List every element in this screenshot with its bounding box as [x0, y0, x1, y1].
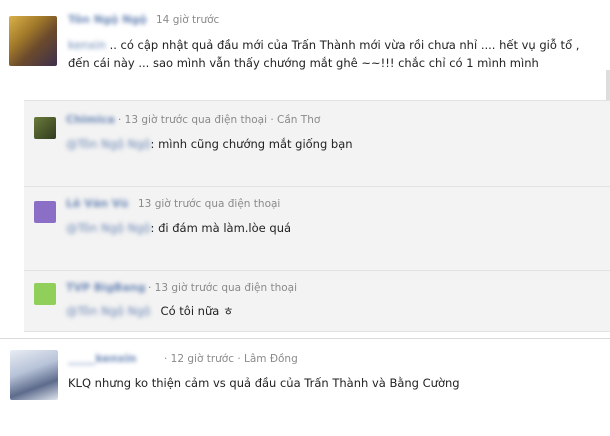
reply-body: : mình cũng chướng mắt giống bạn: [150, 137, 353, 151]
mention-link[interactable]: @Tôn Ngộ Ngộ: [66, 137, 151, 151]
reply-text: @Tôn Ngộ Ngộ: mình cũng chướng mắt giống…: [66, 135, 353, 153]
author-name[interactable]: Tôn Ngộ Ngộ: [68, 13, 147, 26]
comment-post: _____kenxin · 12 giờ trước · Lâm Đồng KL…: [0, 340, 610, 436]
mention-link[interactable]: @Tôn Ngộ Ngộ: [66, 221, 151, 235]
author-name[interactable]: Chimica: [66, 113, 115, 126]
avatar[interactable]: [34, 201, 56, 223]
reply-body: Có tôi nữa ㅎ: [160, 304, 234, 318]
comment-post: Tôn Ngộ Ngộ 14 giờ trước kenxin .. có cậ…: [0, 0, 610, 100]
reply-body: : đi đám mà làm.lòe quá: [150, 221, 292, 235]
timestamp[interactable]: · 13 giờ trước qua điện thoại: [148, 282, 297, 294]
avatar[interactable]: [34, 283, 56, 305]
timestamp[interactable]: · 12 giờ trước · Lâm Đồng: [164, 353, 298, 365]
reply-item: Chimica · 13 giờ trước qua điện thoại · …: [24, 100, 610, 187]
author-name[interactable]: _____kenxin: [68, 352, 137, 365]
reply-text: @Tôn Ngộ Ngộ Có tôi nữa ㅎ: [66, 302, 234, 320]
comment-body: .. có cập nhật quả đầu mới của Trấn Thàn…: [68, 38, 580, 70]
author-name[interactable]: Lê Văn Vũ: [66, 197, 128, 210]
divider: [0, 338, 610, 339]
reply-text: @Tôn Ngộ Ngộ: đi đám mà làm.lòe quá: [66, 219, 291, 237]
comment-text: kenxin .. có cập nhật quả đầu mới của Tr…: [68, 36, 598, 72]
comment-body: KLQ nhưng ko thiện cảm vs quả đầu của Tr…: [68, 376, 460, 390]
timestamp[interactable]: 14 giờ trước: [156, 14, 219, 26]
avatar[interactable]: [10, 350, 58, 400]
mention-link[interactable]: kenxin: [68, 38, 106, 52]
avatar[interactable]: [34, 117, 56, 139]
timestamp[interactable]: · 13 giờ trước qua điện thoại · Cần Thơ: [118, 114, 320, 126]
author-name[interactable]: TVP BigBang: [66, 281, 145, 294]
reply-item: TVP BigBang · 13 giờ trước qua điện thoạ…: [24, 270, 610, 332]
reply-item: Lê Văn Vũ 13 giờ trước qua điện thoại @T…: [24, 186, 610, 271]
mention-link[interactable]: @Tôn Ngộ Ngộ: [66, 304, 151, 318]
timestamp[interactable]: 13 giờ trước qua điện thoại: [138, 198, 280, 210]
avatar[interactable]: [9, 16, 57, 66]
